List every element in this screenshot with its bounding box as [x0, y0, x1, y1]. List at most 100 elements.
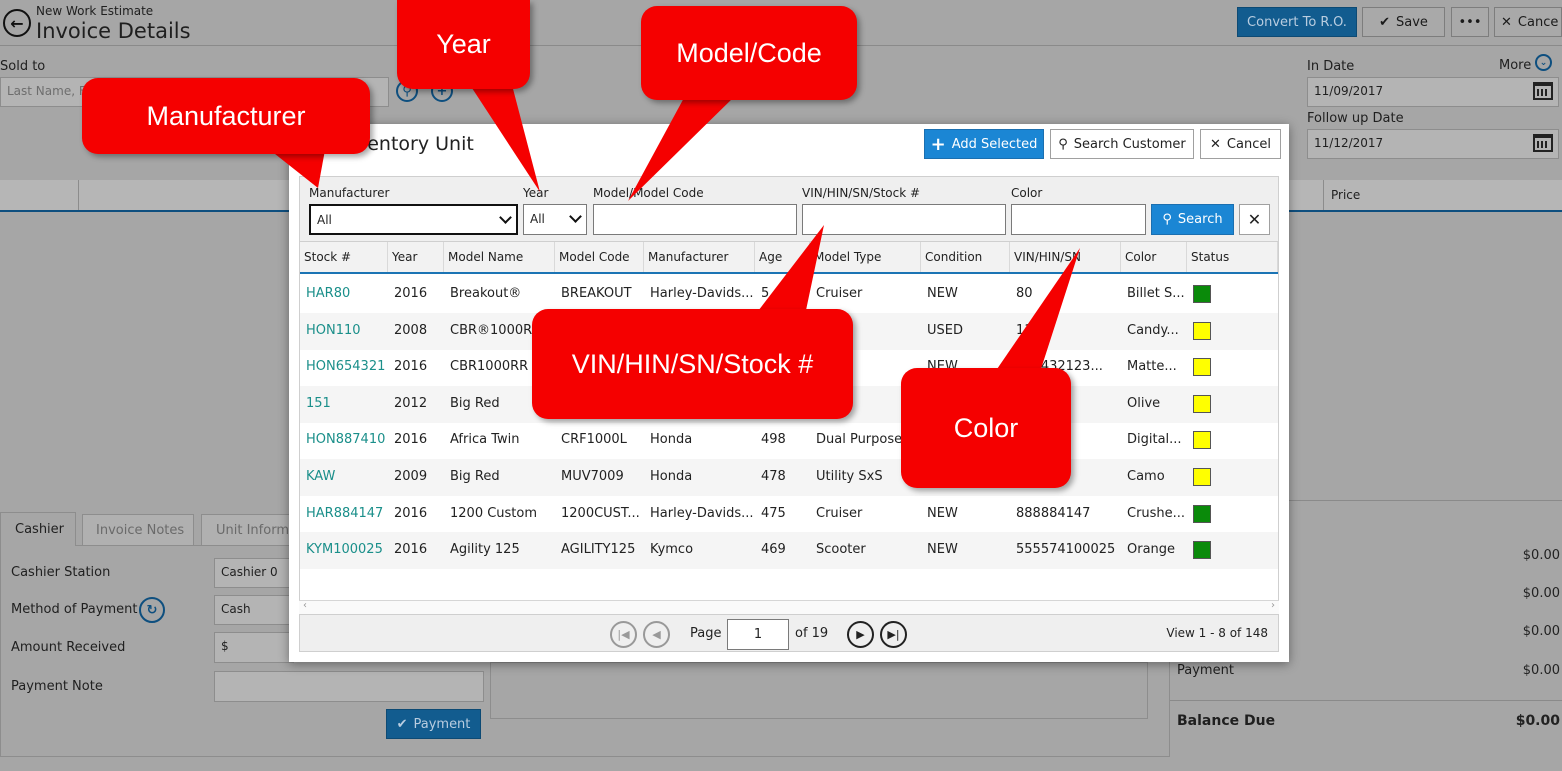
last-page-icon[interactable]: ▶|: [880, 621, 907, 648]
year-callout: Year: [397, 0, 530, 89]
more-link[interactable]: More: [1499, 58, 1531, 73]
col-vin-cell: 888884147: [1016, 505, 1091, 521]
vin-label: VIN/HIN/SN/Stock #: [802, 186, 921, 200]
col-year-cell: 2009: [394, 469, 428, 484]
search-icon: ⚲: [1058, 136, 1068, 152]
horizontal-scrollbar[interactable]: ‹ ›: [299, 600, 1279, 614]
col-age-cell: 469: [761, 542, 786, 558]
col-model-code-cell: BREAKOUT: [561, 286, 632, 301]
col-model-name-cell: Breakout®: [450, 286, 522, 301]
col-year-cell: 2016: [394, 505, 428, 521]
col-color-cell: Orange: [1127, 542, 1176, 558]
chevron-down-icon: [569, 210, 582, 223]
col-manufacturer-cell: Honda: [650, 432, 693, 448]
col-stock-cell[interactable]: HON887410: [300, 422, 388, 459]
manufacturer-select[interactable]: All: [309, 204, 518, 235]
tab-invoice-notes[interactable]: Invoice Notes: [82, 514, 194, 546]
next-page-icon[interactable]: ▶: [847, 621, 874, 648]
col-color-header[interactable]: Color: [1121, 242, 1187, 272]
prev-page-icon[interactable]: ◀: [643, 621, 670, 648]
col-status-header[interactable]: Status: [1187, 242, 1278, 272]
cashier-station-select[interactable]: Cashier 0: [214, 558, 294, 588]
add-selected-button[interactable]: + Add Selected: [924, 129, 1044, 159]
col-age-header[interactable]: Age: [755, 242, 810, 272]
search-button[interactable]: ⚲ Search: [1151, 204, 1234, 235]
save-button[interactable]: ✔ Save: [1362, 7, 1445, 37]
method-of-payment-select[interactable]: Cash: [214, 595, 294, 625]
table-row[interactable]: KAW 2009 Big Red MUV7009 Honda 478 Utility SxS…: [300, 459, 1278, 496]
chevron-down-icon[interactable]: ⌄: [1535, 54, 1552, 71]
payment-note-input[interactable]: [214, 671, 484, 702]
col-stock-header[interactable]: Stock #: [300, 242, 388, 272]
col-color-cell: Olive: [1127, 395, 1161, 411]
payment-button-label: Payment: [413, 716, 471, 732]
year-select[interactable]: All: [523, 204, 587, 235]
col-model-type-header[interactable]: Model Type: [810, 242, 921, 272]
notes-box: [490, 662, 1148, 719]
scroll-left-icon[interactable]: ‹: [303, 600, 307, 611]
in-date-label: In Date: [1307, 59, 1355, 74]
convert-to-ro-button[interactable]: Convert To R.O.: [1237, 7, 1357, 37]
calendar-icon[interactable]: [1533, 134, 1553, 152]
col-model-code-cell: 1200CUST...: [561, 505, 640, 521]
model-code-input[interactable]: [593, 204, 797, 235]
col-stock-cell[interactable]: HAR884147: [300, 496, 388, 533]
col-vin-cell: 555574100025: [1016, 542, 1116, 558]
view-count-label: View 1 - 8 of 148: [1166, 626, 1268, 640]
status-indicator: [1193, 394, 1211, 413]
cancel-button[interactable]: ✕ Cancel: [1200, 129, 1281, 159]
sold-to-label: Sold to: [0, 59, 46, 74]
cancel-page-button[interactable]: ✕ Cance: [1494, 7, 1562, 37]
col-stock-cell[interactable]: 151: [300, 386, 388, 423]
col-color-cell: Camo: [1127, 469, 1165, 484]
table-row[interactable]: HON887410 2016 Africa Twin CRF1000L Honda 498…: [300, 422, 1278, 459]
page-number-input[interactable]: 1: [727, 619, 789, 650]
status-indicator: [1193, 468, 1211, 486]
status-indicator: [1193, 431, 1211, 450]
followup-date-input[interactable]: 11/12/2017: [1307, 129, 1559, 159]
table-row[interactable]: HAR884147 2016 1200 Custom 1200CUST... Harle…: [300, 496, 1278, 533]
tab-unit-info[interactable]: Unit Inform: [201, 514, 293, 546]
search-customer-button[interactable]: ⚲ Search Customer: [1050, 129, 1194, 159]
payment-button[interactable]: ✔ Payment: [386, 709, 481, 739]
status-indicator: [1193, 321, 1211, 340]
calendar-icon[interactable]: [1533, 82, 1553, 100]
filter-panel: Manufacturer All Year All Model/Model Co…: [299, 176, 1279, 242]
col-model-type-cell: Cruiser: [816, 286, 863, 301]
col-vin-header[interactable]: VIN/HIN/SN: [1010, 242, 1121, 272]
col-year-header[interactable]: Year: [388, 242, 444, 272]
col-stock-cell[interactable]: KAW: [300, 459, 388, 496]
col-model-code-cell: CRF1000L: [561, 432, 627, 448]
status-indicator: [1193, 358, 1211, 377]
col-stock-cell[interactable]: HAR80: [300, 276, 388, 313]
in-date-input[interactable]: 11/09/2017: [1307, 77, 1559, 107]
scroll-right-icon[interactable]: ›: [1271, 600, 1275, 611]
cancel-label: Cancel: [1226, 136, 1271, 152]
tab-cashier[interactable]: Cashier: [0, 512, 76, 546]
col-condition-header[interactable]: Condition: [921, 242, 1010, 272]
x-icon: ✕: [1247, 210, 1262, 229]
col-manufacturer-cell: Harley-Davids...: [650, 286, 754, 301]
first-page-icon[interactable]: |◀: [610, 621, 637, 648]
color-input[interactable]: [1011, 204, 1146, 235]
col-model-name-header[interactable]: Model Name: [444, 242, 555, 272]
col-stock-cell[interactable]: HON110: [300, 313, 388, 350]
col-model-code-header[interactable]: Model Code: [555, 242, 644, 272]
col-condition-cell: USED: [927, 322, 963, 338]
payment-note-label: Payment Note: [11, 679, 103, 694]
more-options-button[interactable]: •••: [1451, 7, 1489, 37]
col-stock-cell[interactable]: KYM100025: [300, 532, 388, 569]
col-manufacturer-header[interactable]: Manufacturer: [644, 242, 755, 272]
table-row[interactable]: HAR80 2016 Breakout® BREAKOUT Harley-Davids.…: [300, 276, 1278, 313]
table-row[interactable]: KYM100025 2016 Agility 125 AGILITY125 Kymco 4…: [300, 532, 1278, 570]
followup-label: Follow up Date: [1307, 111, 1404, 126]
col-model-code-cell: MUV7009: [561, 469, 624, 484]
refresh-icon[interactable]: ↻: [139, 597, 165, 623]
clear-filters-button[interactable]: ✕: [1239, 204, 1270, 235]
col-stock-cell[interactable]: HON654321: [300, 349, 388, 386]
amount-received-input[interactable]: $: [214, 632, 294, 663]
vin-input[interactable]: [802, 204, 1006, 235]
col-vin-cell: 11: [1016, 322, 1033, 338]
inventory-grid: Stock # Year Model Name Model Code Manufactu…: [299, 242, 1279, 625]
back-arrow-icon[interactable]: ←: [3, 9, 31, 37]
